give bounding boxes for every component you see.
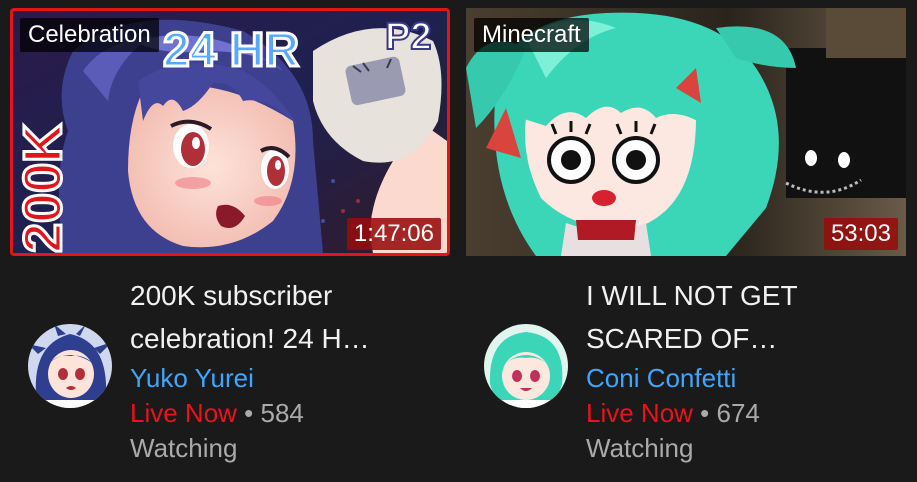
category-tag: Celebration [20,18,159,53]
separator-dot: • [700,398,710,428]
video-title-line2: SCARED OF… [586,323,778,354]
video-card[interactable]: Minecraft 53:03 I WILL NOT GET SCARED OF… [466,8,906,463]
viewer-count: 584 [260,398,304,428]
channel-name[interactable]: Coni Confetti [586,360,886,396]
video-card[interactable]: P2 24 HR 200K Celebration 1:47:06 200K s… [10,8,450,463]
video-title[interactable]: 200K subscriber celebration! 24 H… [130,274,430,360]
channel-avatar[interactable] [484,324,568,408]
live-status: Live Now • 584 Watching [130,396,430,466]
thumbnail-text-200k: 200K [13,124,73,253]
channel-avatar[interactable] [28,324,112,408]
watching-label: Watching [586,433,694,463]
video-title-line2: celebration! 24 H… [130,323,370,354]
video-title-line1: I WILL NOT GET [586,280,798,311]
live-now-label: Live Now [586,398,693,428]
viewer-count: 674 [716,398,760,428]
video-info: I WILL NOT GET SCARED OF… Coni Confetti … [466,256,906,463]
video-duration: 1:47:06 [346,217,441,250]
live-status: Live Now • 674 Watching [586,396,886,466]
live-now-label: Live Now [130,398,237,428]
video-title-line1: 200K subscriber [130,280,333,311]
video-meta: 200K subscriber celebration! 24 H… Yuko … [130,274,430,466]
video-meta: I WILL NOT GET SCARED OF… Coni Confetti … [586,274,886,466]
avatar-coni-confetti-icon [484,324,568,408]
thumbnail-text-p2: P2 [385,16,431,58]
video-info: 200K subscriber celebration! 24 H… Yuko … [10,256,450,463]
video-title[interactable]: I WILL NOT GET SCARED OF… [586,274,886,360]
separator-dot: • [244,398,254,428]
avatar-yuko-yurei-icon [28,324,112,408]
watching-label: Watching [130,433,238,463]
category-tag: Minecraft [474,18,589,53]
video-duration: 53:03 [823,217,898,250]
thumbnail-text-hr: 24 HR [163,24,299,77]
video-thumbnail[interactable]: P2 24 HR 200K Celebration 1:47:06 [10,8,450,256]
channel-name[interactable]: Yuko Yurei [130,360,430,396]
video-thumbnail[interactable]: Minecraft 53:03 [466,8,906,256]
